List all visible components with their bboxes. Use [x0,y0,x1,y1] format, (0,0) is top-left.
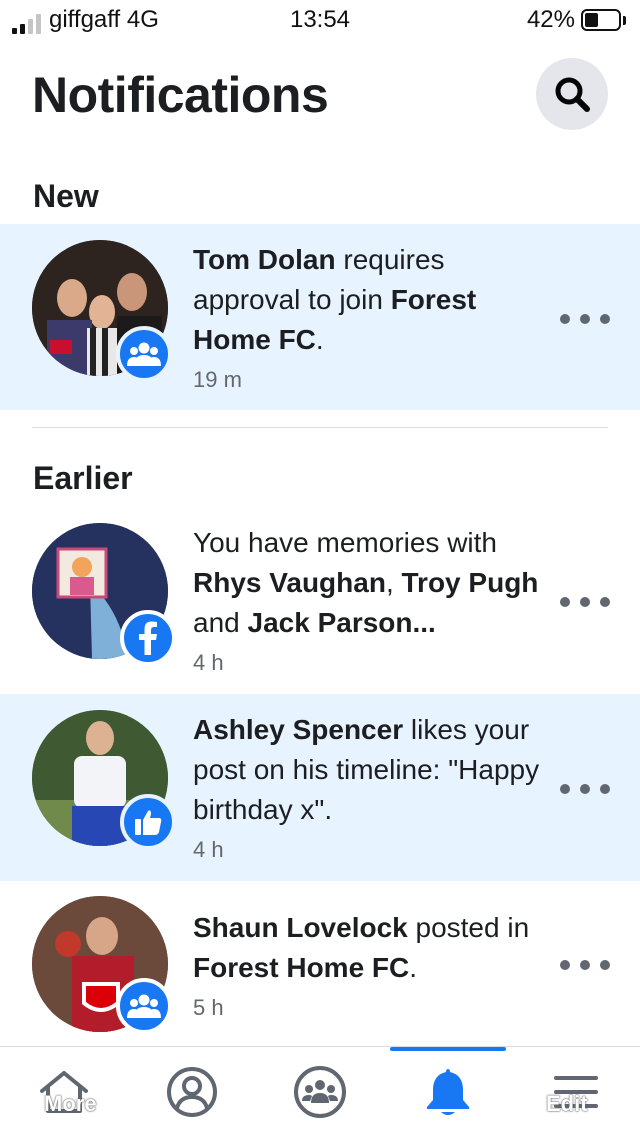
search-icon [555,77,590,112]
battery-percent: 42% [526,6,575,33]
notification-actor: Troy Pugh [401,567,539,598]
dot [580,597,590,607]
overlay-more-label: More [44,1091,97,1116]
notification-item[interactable]: You have memories with Rhys Vaughan, Tro… [0,508,640,693]
page-title: Notifications [32,67,329,123]
dot [560,314,570,324]
dot [580,314,590,324]
dot [560,960,570,970]
notification-text-part: , [385,567,402,598]
notification-time: 4 h [193,837,224,862]
facebook-badge [120,610,176,666]
notification-group-name: Forest Home FC [193,952,410,983]
dot [600,960,610,970]
notification-time: 19 m [193,367,242,392]
facebook-icon [139,621,157,655]
dot [580,960,590,970]
dot [600,597,610,607]
notification-text: Shaun Lovelock posted in Forest Home FC. [193,908,545,988]
group-badge [116,978,172,1034]
battery-tip [623,15,626,25]
dot [560,597,570,607]
more-options-button[interactable] [560,950,610,980]
notification-text-part: You have memories with [193,527,498,558]
status-right: 42% [527,6,626,34]
battery-icon [581,9,621,31]
section-earlier-heading: Earlier [33,460,133,496]
tab-groups[interactable] [256,1047,384,1136]
notification-text: Tom Dolan requires approval to join Fore… [193,240,545,360]
like-icon [135,810,162,835]
notification-text-part: and [193,607,248,638]
section-new-heading: New [33,178,99,214]
dot [600,314,610,324]
battery-fill [585,13,599,27]
overlay-edit-label: Edit [546,1091,588,1116]
notification-item[interactable]: Ashley Spencer likes your post on his ti… [0,694,640,881]
notification-actor: Shaun Lovelock [193,912,408,943]
groups-icon [294,1066,346,1118]
notification-time: 5 h [193,995,224,1020]
dot [600,784,610,794]
search-button[interactable] [536,58,608,130]
notification-text: You have memories with Rhys Vaughan, Tro… [193,523,545,643]
dot [560,784,570,794]
more-options-button[interactable] [560,774,610,804]
notification-text-part: . [409,952,418,983]
more-options-button[interactable] [560,304,610,334]
dot [580,784,590,794]
notification-item[interactable]: Tom Dolan requires approval to join Fore… [0,224,640,410]
notification-text: Ashley Spencer likes your post on his ti… [193,710,545,830]
profile-icon [167,1067,217,1117]
group-icon [127,994,161,1018]
group-badge [116,326,172,382]
tab-notifications[interactable] [384,1047,512,1136]
notification-actor: Rhys Vaughan [193,567,386,598]
notification-time: 4 h [193,650,224,675]
more-options-button[interactable] [560,587,610,617]
notification-actor: Jack Parson... [247,607,436,638]
notification-text-part: posted in [407,912,530,943]
notifications-bell-icon [427,1069,469,1115]
notification-text-part: . [315,324,324,355]
group-icon [127,342,161,366]
page-header: Notifications [0,58,640,138]
notification-item[interactable]: Shaun Lovelock posted in Forest Home FC.… [0,882,640,1046]
section-divider [32,427,608,428]
notification-actor: Tom Dolan [193,244,336,275]
tab-profile[interactable] [128,1047,256,1136]
status-bar: giffgaff 4G 13:54 42% [0,0,640,40]
like-badge [120,794,176,850]
notification-actor: Ashley Spencer [193,714,404,745]
bottom-tab-bar: More Edit [0,1046,640,1136]
